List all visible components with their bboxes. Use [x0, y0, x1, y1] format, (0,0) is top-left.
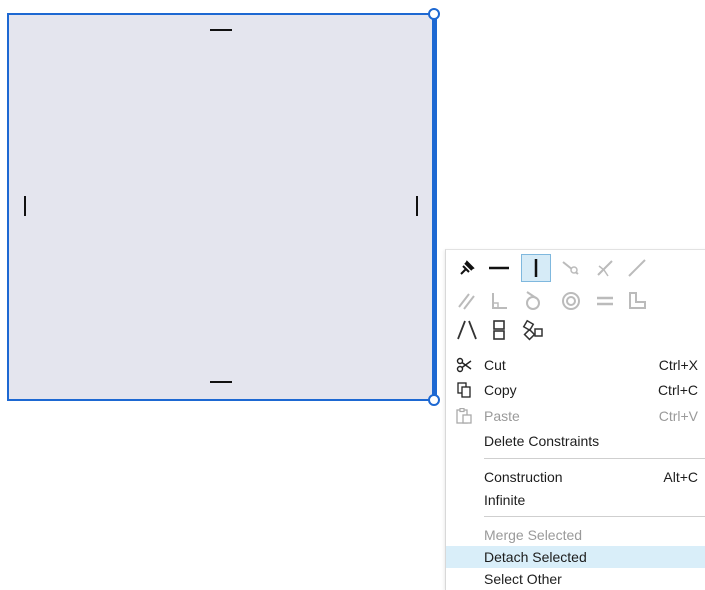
menu-item-delete-constraints[interactable]: Delete Constraints	[446, 430, 705, 452]
tangent-icon	[518, 287, 548, 315]
perpendicular-icon	[484, 287, 514, 315]
horizontal-constraint-bottom-icon[interactable]	[210, 381, 232, 383]
smooth-icon	[622, 287, 652, 315]
menu-item-label: Detach Selected	[484, 549, 587, 565]
pattern-icon[interactable]	[518, 316, 548, 344]
sketch-canvas[interactable]: Cut Ctrl+X Copy Ctrl+C Paste Ctrl+V Dele…	[0, 0, 705, 590]
menu-separator	[484, 458, 705, 459]
menu-item-shortcut: Ctrl+C	[657, 382, 698, 398]
menu-item-paste: Paste Ctrl+V	[446, 405, 705, 427]
context-menu: Cut Ctrl+X Copy Ctrl+C Paste Ctrl+V Dele…	[445, 249, 705, 590]
horizontal-constraint-top-icon[interactable]	[210, 29, 232, 31]
menu-item-label: Merge Selected	[484, 527, 583, 543]
selected-edge-right[interactable]	[432, 13, 435, 401]
menu-separator	[484, 516, 705, 517]
menu-item-cut[interactable]: Cut Ctrl+X	[446, 354, 705, 376]
menu-item-infinite[interactable]: Infinite	[446, 489, 705, 511]
horizontal-icon[interactable]	[484, 254, 514, 282]
menu-item-label: Infinite	[484, 492, 526, 508]
equal-icon	[590, 287, 620, 315]
menu-item-label: Paste	[484, 408, 520, 424]
vertical-icon[interactable]	[521, 254, 551, 282]
menu-item-select-other[interactable]: Select Other	[446, 568, 705, 590]
copy-icon	[456, 382, 472, 398]
paste-icon	[456, 407, 472, 424]
vertical-constraint-right-icon[interactable]	[416, 196, 418, 216]
stack-icon[interactable]	[484, 316, 514, 344]
menu-item-merge-selected: Merge Selected	[446, 524, 705, 546]
coincident-icon	[556, 254, 586, 282]
menu-item-shortcut: Ctrl+X	[658, 357, 698, 373]
corner-handle-bottom-right[interactable]	[428, 394, 440, 406]
collinear-icon	[622, 254, 652, 282]
parallel-icon	[452, 287, 482, 315]
concentric-icon	[556, 287, 586, 315]
corner-handle-top-right[interactable]	[428, 8, 440, 20]
menu-item-label: Construction	[484, 469, 563, 485]
menu-item-detach-selected[interactable]: Detach Selected	[446, 546, 705, 568]
symmetry-icon[interactable]	[452, 316, 482, 344]
menu-item-label: Cut	[484, 357, 506, 373]
menu-item-copy[interactable]: Copy Ctrl+C	[446, 379, 705, 401]
scissors-icon	[456, 357, 472, 373]
vertical-constraint-left-icon[interactable]	[24, 196, 26, 216]
fix-icon[interactable]	[452, 254, 482, 282]
menu-item-construction[interactable]: Construction Alt+C	[446, 466, 705, 488]
menu-item-label: Copy	[484, 382, 517, 398]
midpoint-icon	[590, 254, 620, 282]
sketch-rectangle[interactable]	[7, 13, 437, 401]
menu-item-shortcut: Alt+C	[663, 469, 698, 485]
menu-item-label: Delete Constraints	[484, 433, 600, 449]
menu-item-shortcut: Ctrl+V	[658, 408, 698, 424]
